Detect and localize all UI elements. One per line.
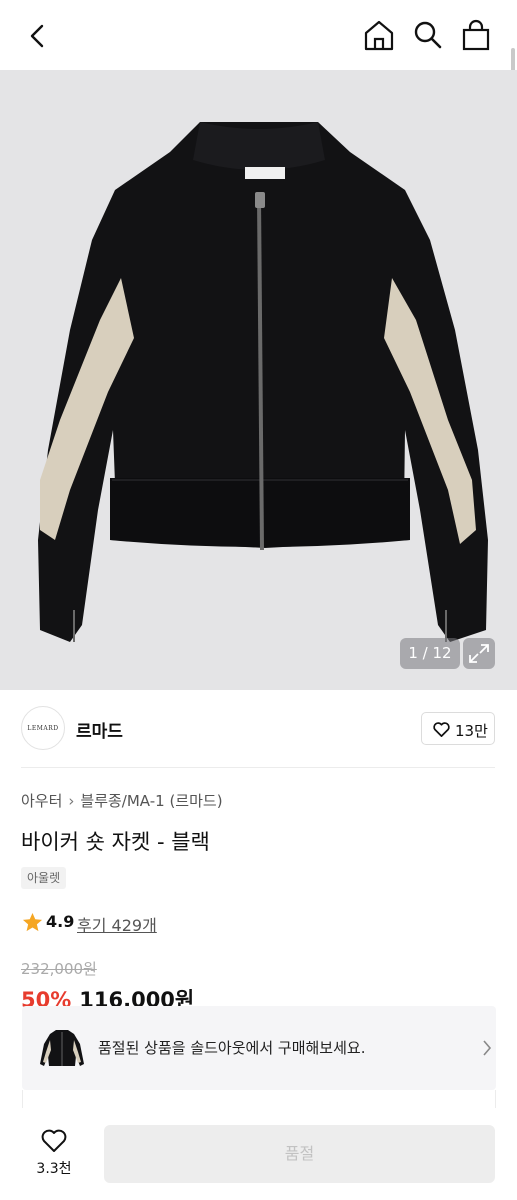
outlet-tag: 아울렛 [21, 867, 67, 889]
expand-icon [469, 644, 489, 663]
image-counter: 1 / 12 [400, 638, 460, 669]
soldout-banner[interactable]: 품절된 상품을 솔드아웃에서 구매해보세요. [22, 1006, 496, 1090]
brand-row: LEMARD 르마드 13만 [0, 690, 517, 768]
home-icon[interactable] [362, 18, 396, 52]
expand-button[interactable] [463, 638, 495, 669]
review-link[interactable]: 후기 429개 [77, 912, 157, 936]
banner-product-thumbnail [38, 1020, 86, 1076]
shopping-bag-icon[interactable] [460, 18, 492, 52]
bottom-action-bar: 3.3천 품절 [0, 1108, 517, 1200]
heart-icon [433, 722, 450, 737]
wishlist-count: 3.3천 [36, 1161, 72, 1177]
chevron-right-icon [483, 1040, 492, 1056]
divider [21, 767, 495, 768]
original-price: 232,000원 [21, 960, 97, 978]
brand-logo[interactable]: LEMARD [21, 706, 65, 750]
heart-icon [41, 1129, 67, 1152]
breadcrumb-item-category[interactable]: 아우터 [21, 792, 62, 810]
breadcrumb-item-subcategory[interactable]: 블루종/MA-1 (르마드) [80, 792, 222, 810]
brand-like-button[interactable]: 13만 [421, 712, 495, 745]
brand-name[interactable]: 르마드 [76, 717, 123, 742]
product-image [38, 122, 488, 642]
top-navigation-bar [0, 0, 517, 70]
brand-like-count: 13만 [455, 722, 488, 740]
search-icon[interactable] [412, 19, 444, 51]
chevron-right-icon: › [68, 792, 75, 810]
soldout-button[interactable]: 품절 [104, 1125, 495, 1183]
breadcrumb: 아우터 › 블루종/MA-1 (르마드) [21, 790, 223, 811]
wishlist-button[interactable]: 3.3천 [24, 1128, 84, 1184]
chevron-left-icon[interactable] [22, 20, 54, 52]
product-title: 바이커 숏 자켓 - 블랙 [21, 830, 210, 854]
star-icon [22, 912, 43, 932]
soldout-banner-text: 품절된 상품을 솔드아웃에서 구매해보세요. [98, 1039, 366, 1057]
product-image-gallery[interactable] [0, 70, 517, 690]
rating-score: 4.9 [46, 912, 75, 931]
